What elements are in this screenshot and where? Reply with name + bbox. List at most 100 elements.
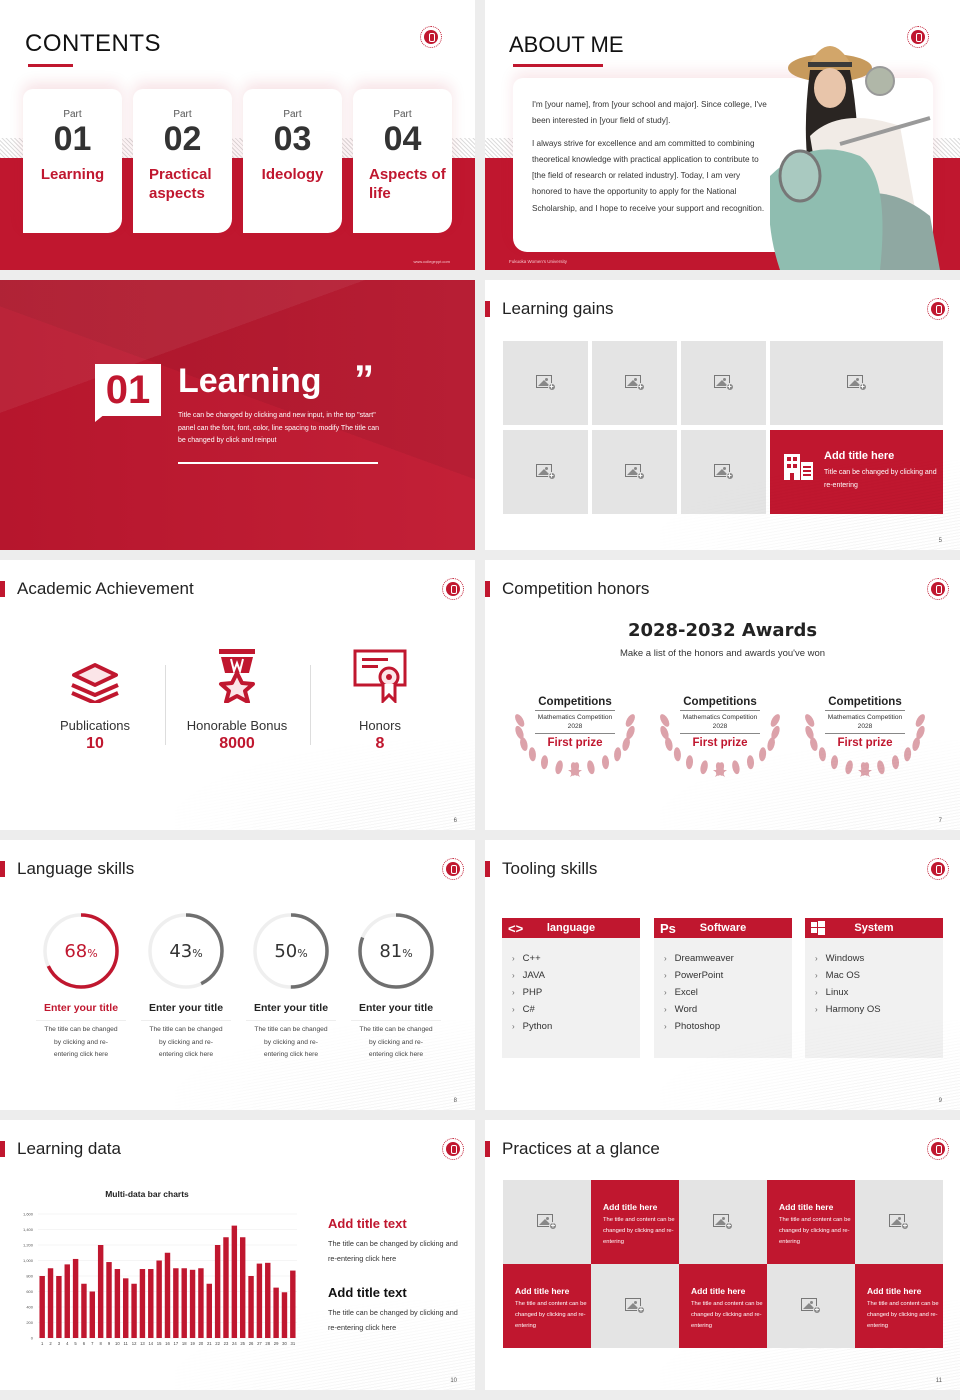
tool-item: PHP — [512, 984, 640, 1001]
cell-title: Add title here — [515, 1286, 570, 1296]
certificate-icon — [353, 649, 407, 703]
part-name: Aspects of life — [369, 166, 446, 202]
bar — [139, 1269, 146, 1338]
slide-tooling-skills[interactable]: Tooling skills <>language C++JAVAPHPC#Py… — [485, 840, 960, 1110]
bar-chart: Multi-data bar charts 1 2 3 4 5 6 7 8 9 10 11 12 13 1… — [23, 1189, 297, 1346]
x-tick-label: 31 — [290, 1341, 295, 1346]
image-placeholder[interactable]: + — [855, 1180, 943, 1264]
bar — [89, 1291, 96, 1338]
image-placeholder[interactable]: + — [592, 341, 677, 425]
award-category: Competitions — [825, 696, 905, 711]
practice-text-cell[interactable]: Add title here The title and content can … — [679, 1264, 767, 1348]
divider — [178, 462, 378, 464]
website-footer: www.collegeppt.com — [413, 259, 450, 264]
block-title: Add title text — [328, 1285, 407, 1300]
practice-text-cell[interactable]: Add title here The title and content can … — [591, 1180, 679, 1264]
slide-academic-achievement[interactable]: Academic Achievement Publications 10 Hon… — [0, 560, 475, 830]
slide-learning-gains[interactable]: Learning gains +++++++ Add title here Ti… — [485, 280, 960, 550]
x-tick-label: 16 — [165, 1341, 170, 1346]
bar — [114, 1269, 121, 1338]
image-placeholder[interactable]: + — [503, 1180, 591, 1264]
bar — [47, 1268, 54, 1338]
bar — [248, 1276, 254, 1338]
award-category: Competitions — [535, 696, 615, 711]
bar — [106, 1262, 112, 1338]
part-label: Part — [393, 109, 412, 120]
tool-group-language: <>language C++JAVAPHPC#Python — [502, 918, 640, 1058]
cell-title: Add title here — [779, 1202, 834, 1212]
slide-learning-data[interactable]: Learning data Multi-data bar charts 1234… — [0, 1120, 475, 1390]
x-tick-label: 6 — [83, 1341, 86, 1346]
slide-competition-honors[interactable]: Competition honors 2028-2032 Awards Make… — [485, 560, 960, 830]
award-name: Mathematics Competition 2028 — [825, 713, 905, 734]
bar — [273, 1287, 279, 1338]
stat-honorable-bonus: Honorable Bonus 8000 — [177, 648, 297, 753]
slide-contents[interactable]: CONTENTS Part 01 Learning Part 02 Practi… — [0, 0, 475, 270]
y-tick-label: 1,600 — [23, 1212, 34, 1217]
awards-subheading: Make a list of the honors and awards you… — [619, 648, 826, 659]
part-card-02[interactable]: Part 02 Practical aspects — [133, 89, 232, 233]
percent-value: 50% — [274, 940, 308, 962]
part-label: Part — [283, 109, 302, 120]
bar — [198, 1268, 204, 1338]
bar — [39, 1276, 45, 1338]
x-tick-label: 20 — [199, 1341, 204, 1346]
image-add-icon: + — [537, 1214, 557, 1230]
page-number: 9 — [938, 1098, 942, 1104]
image-placeholder[interactable]: + — [679, 1180, 767, 1264]
skill-title: Enter your title — [351, 1002, 441, 1021]
image-placeholder[interactable]: + — [767, 1264, 855, 1348]
image-placeholder[interactable]: + — [503, 430, 588, 514]
bar — [97, 1245, 104, 1338]
decorative-wave — [175, 1020, 475, 1110]
stat-label: Publications — [59, 718, 131, 733]
slide-language-skills[interactable]: Language skills 68% Enter your title The t… — [0, 840, 475, 1110]
part-name: Learning — [40, 166, 105, 183]
image-placeholder[interactable]: + — [591, 1264, 679, 1348]
slide-section-learning[interactable]: 01 Learning ” Title can be changed by cl… — [0, 280, 475, 550]
block-title: Add title text — [328, 1216, 407, 1231]
page-number: 5 — [938, 538, 942, 544]
bar — [164, 1252, 171, 1338]
x-tick-label: 25 — [240, 1341, 245, 1346]
part-label: Part — [63, 109, 82, 120]
code-brackets-icon: <> — [508, 920, 524, 936]
practice-text-cell[interactable]: Add title here The title and content can … — [767, 1180, 855, 1264]
header-accent — [485, 301, 490, 317]
header-accent — [485, 1141, 490, 1157]
bar — [123, 1278, 129, 1338]
tool-item: Dreamweaver — [664, 950, 792, 967]
part-card-03[interactable]: Part 03 Ideology — [243, 89, 342, 233]
slide-practices[interactable]: Practices at a glance + Add title here The… — [485, 1120, 960, 1390]
page-number: 11 — [935, 1378, 942, 1384]
decorative-wave — [660, 460, 960, 550]
image-placeholder[interactable]: + — [503, 341, 588, 425]
y-tick-label: 800 — [26, 1274, 33, 1279]
image-placeholder[interactable]: + — [770, 341, 943, 425]
part-name: Ideology — [261, 166, 324, 183]
cell-text: The title and content can be changed by … — [779, 1217, 851, 1245]
header-accent — [485, 861, 490, 877]
part-card-01[interactable]: Part 01 Learning — [23, 89, 122, 233]
x-tick-label: 18 — [182, 1341, 187, 1346]
bar — [72, 1258, 79, 1338]
x-tick-label: 8 — [99, 1341, 102, 1346]
practice-text-cell[interactable]: Add title here The title and content can … — [855, 1264, 943, 1348]
part-name: Practical aspects — [149, 166, 212, 202]
cell-title: Add title here — [691, 1286, 746, 1296]
part-card-04[interactable]: Part 04 Aspects of life — [353, 89, 452, 233]
x-tick-label: 19 — [190, 1341, 195, 1346]
image-add-icon: + — [801, 1298, 821, 1314]
cell-text: The title and content can be changed by … — [867, 1301, 939, 1329]
slide-title: Language skills — [17, 859, 135, 878]
bar — [281, 1292, 288, 1338]
cell-title: Add title here — [867, 1286, 922, 1296]
image-add-icon: + — [535, 375, 556, 391]
image-add-icon: + — [889, 1214, 909, 1230]
image-placeholder[interactable]: + — [681, 341, 766, 425]
section-number-box: 01 — [95, 364, 161, 416]
practice-text-cell[interactable]: Add title here The title and content can … — [503, 1264, 591, 1348]
bar — [156, 1260, 162, 1338]
bar — [290, 1270, 296, 1338]
bar — [81, 1283, 87, 1338]
